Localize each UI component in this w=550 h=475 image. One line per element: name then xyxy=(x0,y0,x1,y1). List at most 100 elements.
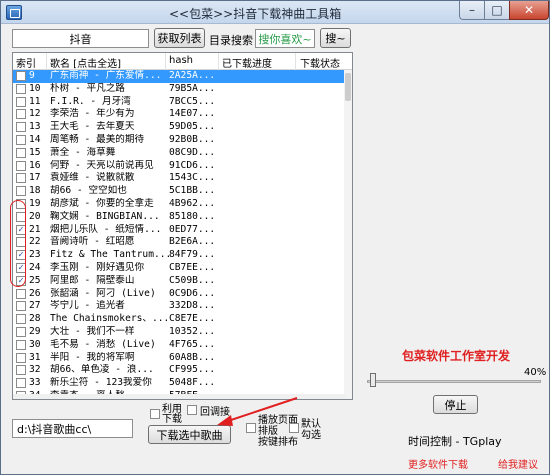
more-software-link[interactable]: 更多软件下载 xyxy=(408,456,468,471)
row-index: 28 xyxy=(29,313,41,325)
table-row[interactable]: 22 音阙诗听 - 红昭愿 B2E6A... xyxy=(13,236,346,249)
checkbox-icon[interactable] xyxy=(16,327,26,337)
checkbox-icon[interactable] xyxy=(16,288,26,299)
volume-slider[interactable] xyxy=(367,373,541,389)
table-row[interactable]: 17 袁娅维 - 说散就散 1543C... xyxy=(13,172,346,185)
stop-button[interactable]: 停止 xyxy=(433,395,478,414)
table-row[interactable]: 12 李荣浩 - 年少有为 14E07... xyxy=(13,108,346,121)
row-index: 26 xyxy=(29,287,41,299)
app-window: <<包菜>>抖音下载神曲工具箱 – □ ✕ 抖音 获取列表 目录搜索 搜你喜欢~… xyxy=(0,0,550,475)
checkbox-icon[interactable] xyxy=(16,339,26,350)
callback-checkbox[interactable] xyxy=(187,405,197,415)
row-hash: 5048F... xyxy=(169,377,216,389)
window-title: <<包菜>>抖音下载神曲工具箱 xyxy=(169,7,342,21)
checkbox-icon[interactable] xyxy=(16,109,26,120)
header-status[interactable]: 下载状态 xyxy=(300,55,340,70)
slider-thumb[interactable] xyxy=(370,373,376,387)
table-row[interactable]: ✓ 21 烟把儿乐队 - 纸短情... 0ED77... xyxy=(13,224,346,237)
header-title[interactable]: 歌名 [点击全选] xyxy=(50,55,121,70)
row-title: 袁娅维 - 说散就散 xyxy=(50,172,135,184)
header-hash[interactable]: hash xyxy=(169,55,193,66)
table-row[interactable]: 20 鞠文娴 - BINGBIAN... 85180... xyxy=(13,211,346,224)
row-index: 15 xyxy=(29,146,41,158)
minimize-button[interactable]: – xyxy=(459,1,485,20)
checkbox-icon[interactable] xyxy=(16,147,26,158)
title-bar[interactable]: <<包菜>>抖音下载神曲工具箱 – □ ✕ xyxy=(1,1,549,24)
row-index: 11 xyxy=(29,95,41,107)
vertical-scrollbar[interactable] xyxy=(344,70,352,399)
option-checkbox[interactable] xyxy=(150,409,160,419)
row-hash: 59D05... xyxy=(169,121,216,133)
table-row[interactable]: 27 岑宁儿 - 追光者 332D8... xyxy=(13,300,346,313)
suggest-link[interactable]: 给我建议 xyxy=(498,456,538,471)
table-row[interactable]: 30 毛不易 - 消愁 (Live) 4F765... xyxy=(13,339,346,352)
checkbox-icon[interactable] xyxy=(16,160,26,171)
checkbox-icon[interactable] xyxy=(16,378,26,389)
tick-label: 默认 勾选 xyxy=(301,419,321,441)
table-row[interactable]: ✓ 23 Fitz & The Tantrum... 84F79... xyxy=(13,249,346,262)
row-hash: 85180... xyxy=(169,210,216,222)
header-index[interactable]: 索引 xyxy=(16,55,36,70)
table-row[interactable]: 15 萧全 - 海草舞 08C9D... xyxy=(13,147,346,160)
table-row[interactable]: 16 何野 - 天亮以前说再见 91CD6... xyxy=(13,160,346,173)
header-separator xyxy=(218,53,219,70)
checkbox-icon[interactable] xyxy=(16,135,26,145)
tick-label-line: 默认 xyxy=(301,419,321,430)
row-hash: 84F79... xyxy=(169,249,216,261)
checkbox-icon[interactable] xyxy=(16,71,26,81)
row-index: 14 xyxy=(29,134,41,145)
checkbox-icon[interactable] xyxy=(16,122,26,133)
table-row[interactable]: 13 王大毛 - 去年夏天 59D05... xyxy=(13,121,346,134)
checkbox-icon[interactable] xyxy=(16,301,26,312)
table-row[interactable]: ✓ 24 李玉刚 - 刚好遇见你 CB7EE... xyxy=(13,262,346,275)
search-button[interactable]: 搜~ xyxy=(320,28,351,48)
row-index: 32 xyxy=(29,364,41,376)
fetch-list-button[interactable]: 获取列表 xyxy=(154,28,205,48)
header-progress[interactable]: 已下载进度 xyxy=(222,55,272,70)
row-title: 胡彦斌 - 你要的全拿走 xyxy=(50,198,154,209)
table-row[interactable]: 11 F.I.R. - 月牙湾 7BCC5... xyxy=(13,96,346,109)
maximize-button[interactable]: □ xyxy=(484,1,510,20)
scroll-thumb[interactable] xyxy=(345,73,351,101)
row-hash: 4B962... xyxy=(169,198,216,209)
checkbox-icon[interactable] xyxy=(16,314,26,325)
table-row[interactable]: 18 胡66 - 空空如也 5C1BB... xyxy=(13,185,346,198)
table-row[interactable]: ✓ 25 阿里郎 - 隔壁泰山 C509B... xyxy=(13,275,346,288)
table-row[interactable]: 31 半阳 - 我的将军啊 60A8B... xyxy=(13,352,346,365)
close-button[interactable]: ✕ xyxy=(509,1,549,20)
row-title: 阿里郎 - 隔壁泰山 xyxy=(50,274,135,286)
table-row[interactable]: 19 胡彦斌 - 你要的全拿走 4B962... xyxy=(13,198,346,211)
song-list[interactable]: 索引 歌名 [点击全选] hash 已下载进度 下载状态 9 广东雨神 - 广东爱… xyxy=(12,52,353,400)
row-hash: 5C1BB... xyxy=(169,185,216,197)
table-row[interactable]: 9 广东雨神 - 广东爱情... 2A25A... xyxy=(13,70,346,83)
table-row[interactable]: 26 张韶涵 - 阿刁 (Live) 0C9D6... xyxy=(13,288,346,301)
annotation-ellipse xyxy=(10,200,26,287)
row-index: 23 xyxy=(29,249,41,261)
checkbox-icon[interactable] xyxy=(16,96,26,107)
table-row[interactable]: 28 The Chainsmokers、... C8E7E... xyxy=(13,313,346,326)
row-hash: 92B0B... xyxy=(169,134,216,145)
row-index: 31 xyxy=(29,351,41,363)
checkbox-icon[interactable] xyxy=(16,173,26,184)
save-path-input[interactable]: d:\抖音歌曲cc\ xyxy=(12,419,133,438)
checkbox-icon[interactable] xyxy=(16,186,26,197)
row-title: 毛不易 - 消愁 (Live) xyxy=(50,338,156,350)
checkbox-icon[interactable] xyxy=(16,352,26,363)
table-row[interactable]: 32 胡66、单色凌 - 浪... CF995... xyxy=(13,364,346,377)
checkbox-icon[interactable] xyxy=(16,365,26,376)
table-row[interactable]: 10 朴树 - 平凡之路 79B5A... xyxy=(13,83,346,96)
row-hash: 60A8B... xyxy=(169,351,216,363)
table-row[interactable]: 14 周笔畅 - 最美的期待 92B0B... xyxy=(13,134,346,147)
checkbox-icon[interactable] xyxy=(16,83,26,94)
table-row[interactable]: 33 新乐尘符 - 123我爱你 5048F... xyxy=(13,377,346,390)
table-row[interactable]: 29 大壮 - 我们不一样 10352... xyxy=(13,326,346,339)
song-search-input[interactable]: 搜你喜欢~ xyxy=(255,29,315,48)
row-title: 烟把儿乐队 - 纸短情... xyxy=(50,223,162,235)
search-input[interactable]: 抖音 xyxy=(12,29,149,48)
slider-track xyxy=(367,380,541,383)
row-index: 13 xyxy=(29,121,41,133)
row-title: 何野 - 天亮以前说再见 xyxy=(50,159,154,171)
row-hash: 0C9D6... xyxy=(169,287,216,299)
row-index: 22 xyxy=(29,236,41,248)
option-label-line: 下载 xyxy=(162,414,182,425)
